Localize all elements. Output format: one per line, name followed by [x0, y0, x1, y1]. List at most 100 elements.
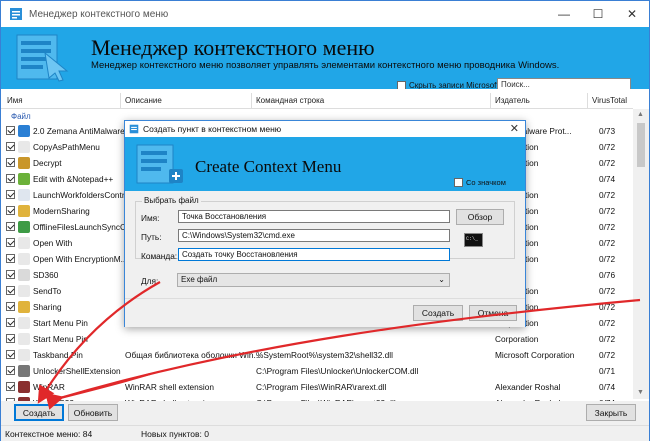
row-checkbox[interactable] [6, 142, 15, 151]
dialog-title: Создать пункт в контекстном меню [143, 124, 282, 134]
column-description[interactable]: Описание [125, 96, 162, 105]
row-virustotal: 0/72 [599, 254, 616, 264]
refresh-button[interactable]: Обновить [68, 404, 118, 421]
column-publisher[interactable]: Издатель [495, 96, 530, 105]
column-name[interactable]: Имя [7, 96, 23, 105]
row-checkbox[interactable] [6, 126, 15, 135]
row-description: Общая библиотека оболочки Win... [125, 350, 261, 360]
with-icon-checkbox-box[interactable] [454, 178, 463, 187]
table-row[interactable]: WinRAR WinRAR shell extension C:\Program F… [1, 379, 633, 395]
close-app-button[interactable]: Закрыть [586, 404, 636, 421]
row-name: Edit with &Notepad++ [33, 174, 114, 184]
minimize-button[interactable]: — [547, 1, 581, 27]
row-checkbox[interactable] [6, 254, 15, 263]
row-app-icon [18, 317, 30, 329]
create-button[interactable]: Создать [14, 404, 64, 421]
row-publisher: Microsoft Corporation [495, 350, 575, 360]
row-name: SD360 [33, 270, 59, 280]
table-row[interactable]: UnlockerShellExtension C:\Program Files\U… [1, 363, 633, 379]
dialog-close-icon[interactable]: ✕ [510, 122, 519, 135]
file-type-value: Exe файл [181, 275, 218, 284]
row-checkbox[interactable] [6, 270, 15, 279]
row-app-icon [18, 365, 30, 377]
row-virustotal: 0/72 [599, 190, 616, 200]
scroll-down-icon[interactable]: ▼ [637, 389, 644, 396]
dialog-banner: Create Context Menu Со значком [125, 137, 525, 191]
command-label: Команда: [141, 251, 178, 261]
window-title: Менеджер контекстного меню [29, 8, 169, 20]
row-command: %SystemRoot%\system32\shell32.dll [256, 350, 393, 360]
row-checkbox[interactable] [6, 302, 15, 311]
row-command: C:\Program Files\WinRAR\rarext.dll [256, 382, 387, 392]
row-checkbox[interactable] [6, 158, 15, 167]
row-virustotal: 0/74 [599, 382, 616, 392]
dialog-cancel-button[interactable]: Отмена [469, 305, 517, 321]
row-checkbox[interactable] [6, 190, 15, 199]
row-checkbox[interactable] [6, 238, 15, 247]
column-command[interactable]: Командная строка [256, 96, 324, 105]
row-app-icon [18, 173, 30, 185]
row-virustotal: 0/72 [599, 318, 616, 328]
bottom-toolbar: Создать Обновить Закрыть [1, 401, 649, 425]
file-type-select[interactable]: Exe файл ⌄ [177, 273, 450, 287]
dialog-banner-title: Create Context Menu [195, 157, 342, 176]
maximize-button[interactable]: ☐ [581, 1, 615, 27]
header-banner: Менеджер контекстного меню Менеджер конт… [1, 27, 649, 89]
browse-button[interactable]: Обзор [456, 209, 504, 225]
path-input[interactable]: C:\Windows\System32\cmd.exe [178, 229, 450, 242]
command-input[interactable]: Создать точку Восстановления [178, 248, 450, 261]
column-virustotal[interactable]: VirusTotal [592, 96, 627, 105]
scroll-thumb[interactable] [637, 123, 645, 167]
with-icon-label: Со значком [466, 178, 506, 187]
menu-count-status: Контекстное меню: 84 [5, 429, 93, 439]
row-name: Sharing [33, 302, 62, 312]
search-input[interactable]: Поиск... [497, 78, 631, 89]
dialog-title-bar[interactable]: Создать пункт в контекстном меню ✕ [125, 121, 525, 137]
row-virustotal: 0/72 [599, 334, 616, 344]
row-publisher: Alexander Roshal [495, 382, 561, 392]
row-checkbox[interactable] [6, 334, 15, 343]
row-checkbox[interactable] [6, 174, 15, 183]
table-row[interactable]: Taskband Pin Общая библиотека оболочки Wi… [1, 347, 633, 363]
row-name: UnlockerShellExtension [33, 366, 121, 376]
chevron-down-icon[interactable]: ⌄ [438, 275, 445, 284]
row-app-icon [18, 285, 30, 297]
hide-microsoft-checkbox[interactable]: Скрыть записи Microsoft [397, 81, 499, 89]
row-virustotal: 0/72 [599, 286, 616, 296]
row-name: Decrypt [33, 158, 62, 168]
row-app-icon [18, 221, 30, 233]
row-checkbox[interactable] [6, 286, 15, 295]
row-app-icon [18, 141, 30, 153]
row-virustotal: 0/74 [599, 174, 616, 184]
row-name: 2.0 Zemana AntiMalware [33, 126, 125, 136]
with-icon-checkbox[interactable]: Со значком [454, 178, 506, 187]
row-name: LaunchWorkfoldersControl [33, 190, 132, 200]
vertical-scrollbar[interactable]: ▲ ▼ [633, 109, 649, 399]
dialog-create-button[interactable]: Создать [413, 305, 463, 321]
row-app-icon [18, 125, 30, 137]
grid-header: Имя Описание Командная строка Издатель V… [1, 93, 633, 109]
status-bar: Контекстное меню: 84 Новых пунктов: 0 [1, 425, 649, 441]
row-checkbox[interactable] [6, 206, 15, 215]
row-checkbox[interactable] [6, 382, 15, 391]
name-label: Имя: [141, 213, 160, 223]
hide-microsoft-checkbox-box[interactable] [397, 81, 406, 89]
row-virustotal: 0/76 [599, 270, 616, 280]
row-virustotal: 0/72 [599, 142, 616, 152]
row-checkbox[interactable] [6, 350, 15, 359]
close-button[interactable]: ✕ [615, 1, 649, 27]
row-name: OfflineFilesLaunchSyncC... [33, 222, 133, 232]
title-bar[interactable]: Менеджер контекстного меню — ☐ ✕ [1, 1, 649, 27]
row-virustotal: 0/73 [599, 126, 616, 136]
table-row[interactable]: Start Menu Pin Corporation 0/72 [1, 331, 633, 347]
row-checkbox[interactable] [6, 222, 15, 231]
name-input[interactable]: Точка Восстановления [178, 210, 450, 223]
row-virustotal: 0/72 [599, 238, 616, 248]
scroll-up-icon[interactable]: ▲ [637, 111, 644, 118]
row-checkbox[interactable] [6, 318, 15, 327]
row-app-icon [18, 205, 30, 217]
row-name: CopyAsPathMenu [33, 142, 100, 152]
row-name: Open With EncryptionM... [33, 254, 128, 264]
row-checkbox[interactable] [6, 366, 15, 375]
hide-microsoft-label: Скрыть записи Microsoft [409, 81, 499, 89]
